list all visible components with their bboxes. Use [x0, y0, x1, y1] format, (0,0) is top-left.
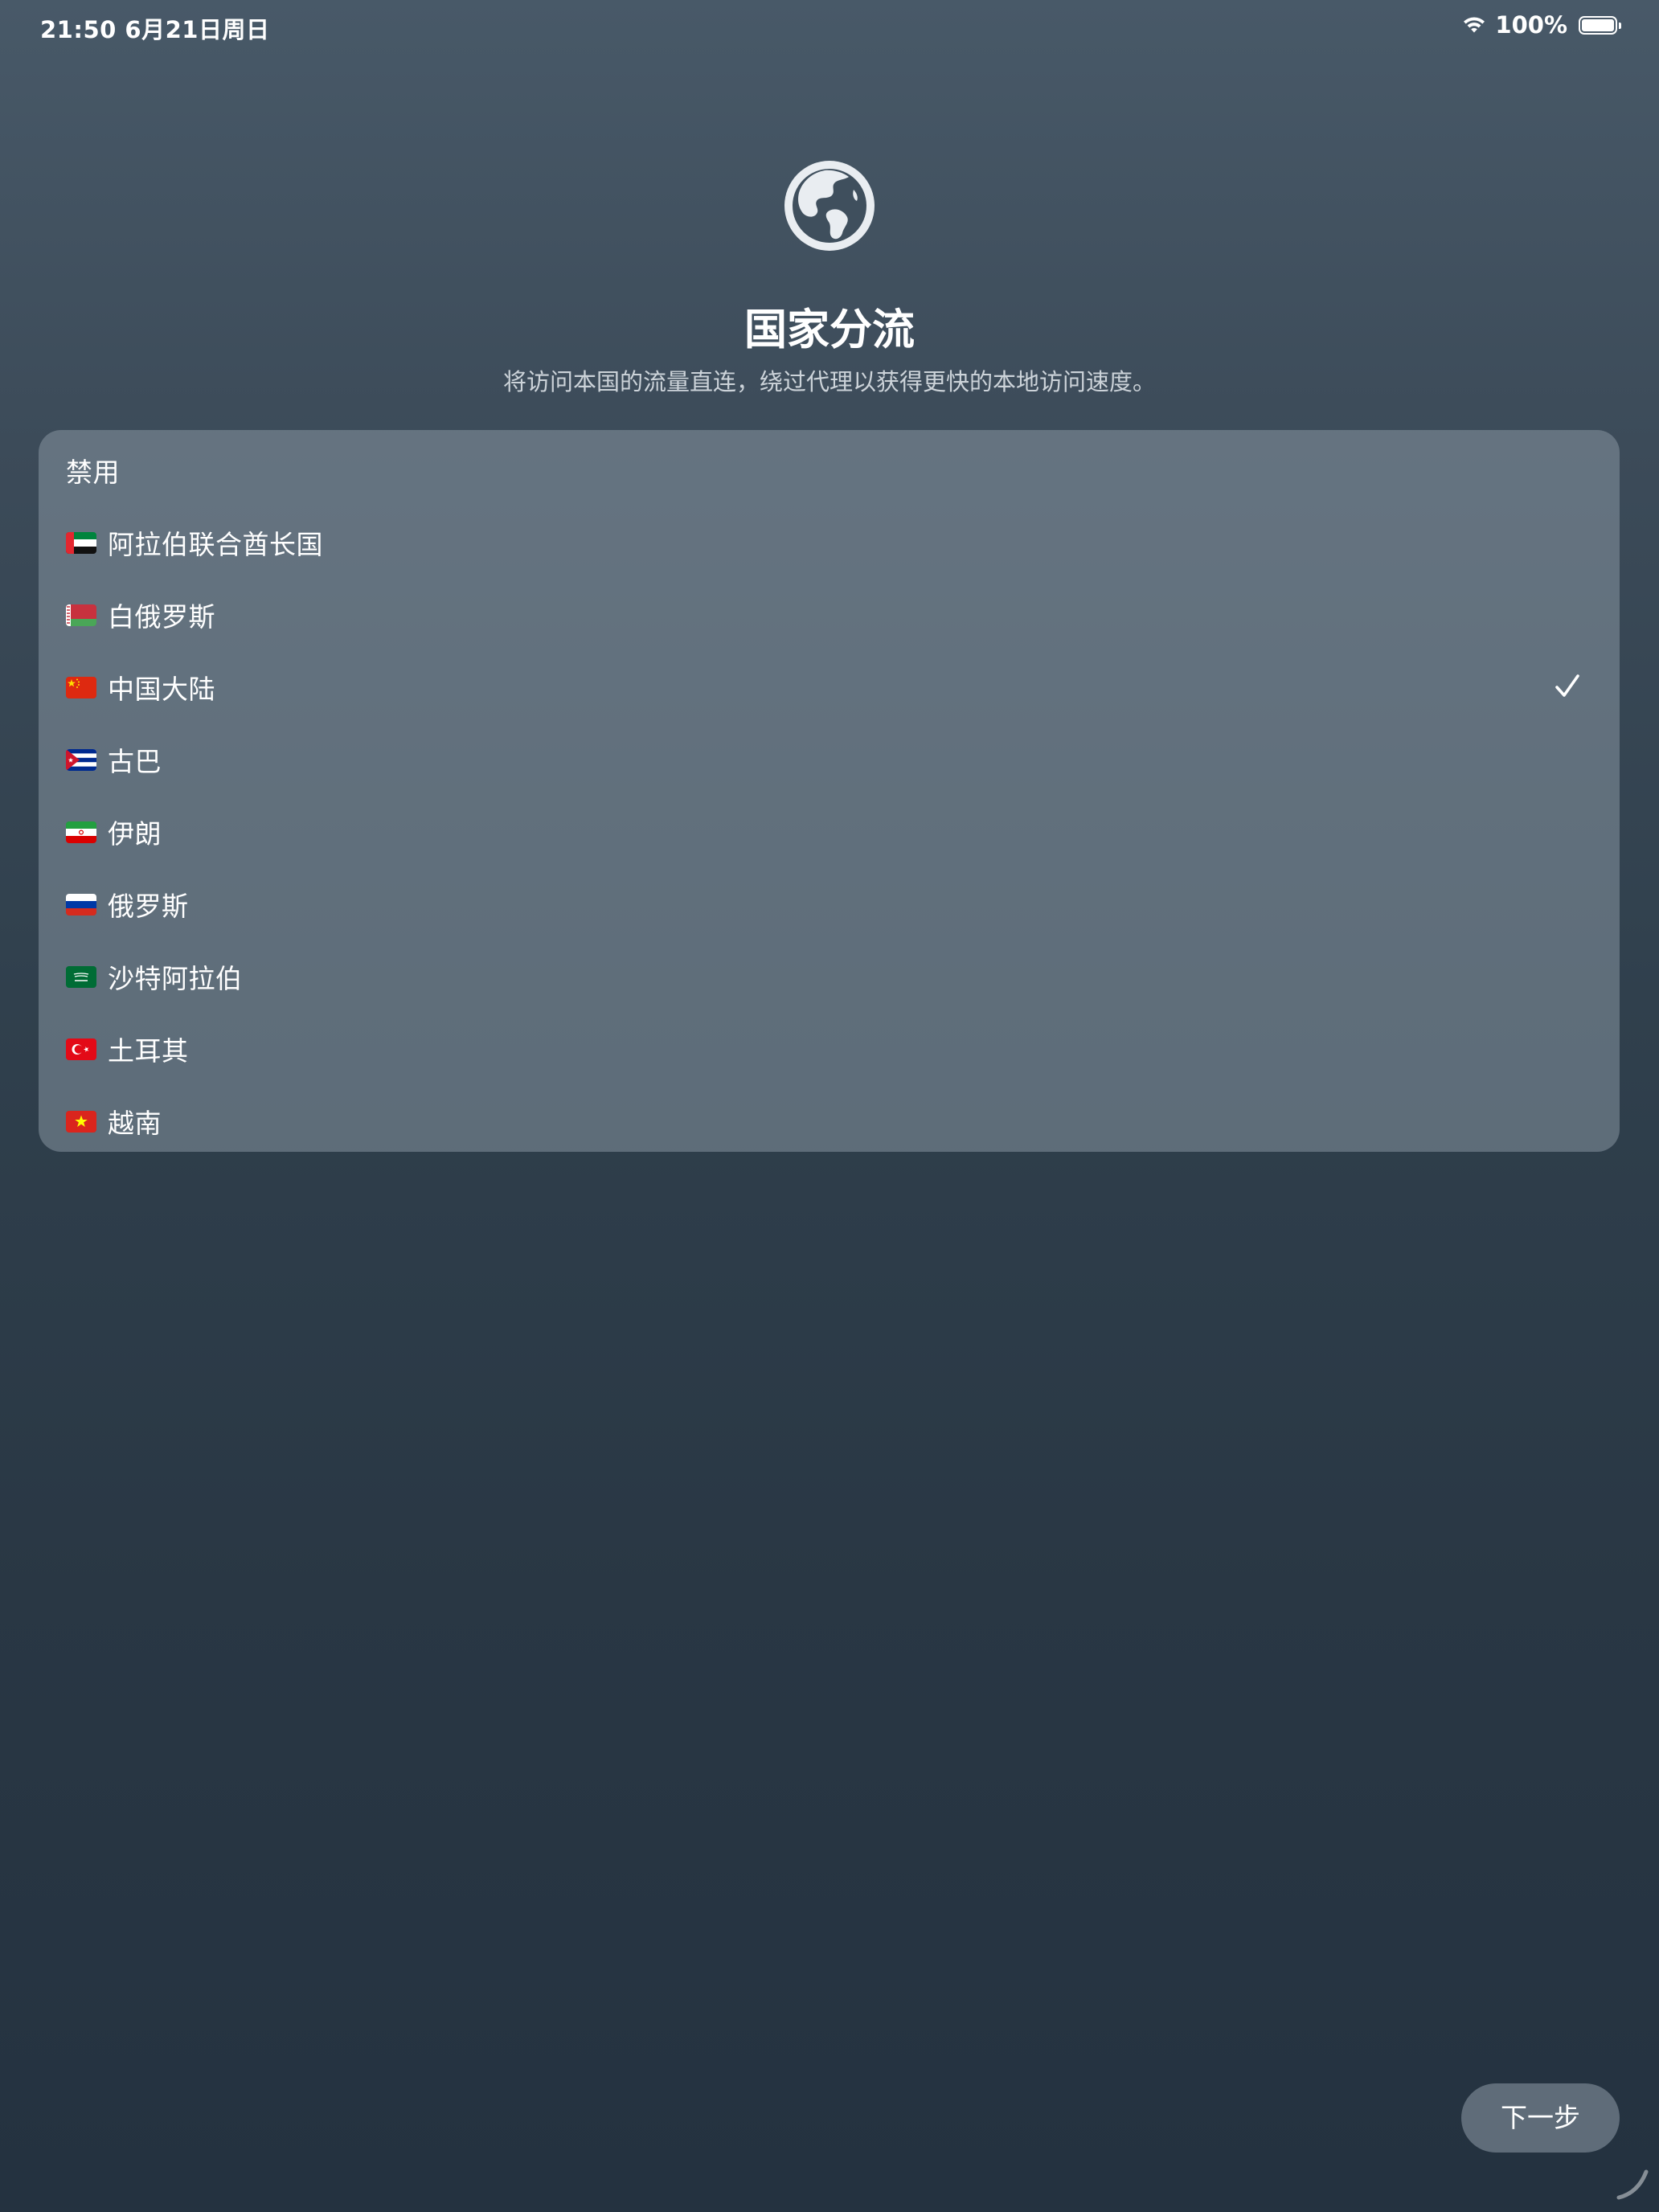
- corner-grabber-icon[interactable]: [1614, 2164, 1653, 2202]
- option-uae[interactable]: 阿拉伯联合酋长国: [39, 506, 1620, 579]
- option-russia[interactable]: 俄罗斯: [39, 868, 1620, 940]
- china-flag-icon: [66, 676, 96, 698]
- status-indicators: 100%: [1461, 11, 1621, 39]
- uae-flag-icon: [66, 531, 96, 554]
- belarus-flag-icon: [66, 604, 96, 626]
- option-turkey[interactable]: 土耳其: [39, 1013, 1620, 1085]
- cuba-flag-icon: [66, 748, 96, 771]
- option-label: 白俄罗斯: [108, 601, 215, 633]
- globe-americas-icon: [784, 161, 875, 251]
- next-button[interactable]: 下一步: [1461, 2083, 1620, 2153]
- saudi-flag-icon: [66, 965, 96, 988]
- turkey-flag-icon: [66, 1038, 96, 1060]
- country-option-list: 禁用 阿拉伯联合酋长国 白俄罗斯 中国大陆 古巴 伊朗 俄罗斯 沙特阿拉伯 土耳…: [39, 430, 1620, 1152]
- battery-tip: [1619, 22, 1621, 29]
- page-subtitle: 将访问本国的流量直连，绕过代理以获得更快的本地访问速度。: [502, 368, 1156, 395]
- option-vietnam[interactable]: 越南: [39, 1085, 1620, 1157]
- option-disabled[interactable]: 禁用: [39, 438, 1620, 494]
- status-time: 21:50 6月21日周日: [40, 16, 270, 43]
- vietnam-flag-icon: [66, 1110, 96, 1133]
- option-label: 俄罗斯: [108, 891, 189, 922]
- russia-flag-icon: [66, 893, 96, 916]
- battery-level: [1582, 18, 1614, 31]
- option-label: 越南: [108, 1108, 162, 1139]
- iran-flag-icon: [66, 821, 96, 843]
- option-china-mainland[interactable]: 中国大陆: [39, 651, 1620, 723]
- option-iran[interactable]: 伊朗: [39, 796, 1620, 868]
- battery-icon: [1579, 15, 1621, 35]
- checkmark-icon: [1555, 674, 1579, 697]
- status-bar: 21:50 6月21日周日 100%: [0, 0, 1659, 51]
- option-belarus[interactable]: 白俄罗斯: [39, 579, 1620, 651]
- option-label: 土耳其: [108, 1035, 189, 1067]
- page-title: 国家分流: [744, 305, 915, 354]
- option-label: 沙特阿拉伯: [108, 963, 243, 994]
- option-label: 古巴: [108, 746, 162, 777]
- option-label: 中国大陆: [108, 674, 215, 705]
- battery-percent: 100%: [1495, 11, 1567, 39]
- option-label: 阿拉伯联合酋长国: [108, 529, 323, 560]
- option-cuba[interactable]: 古巴: [39, 723, 1620, 796]
- wifi-icon: [1464, 17, 1485, 33]
- option-label: 伊朗: [108, 818, 162, 850]
- option-saudi-arabia[interactable]: 沙特阿拉伯: [39, 940, 1620, 1013]
- option-label: 禁用: [66, 457, 120, 488]
